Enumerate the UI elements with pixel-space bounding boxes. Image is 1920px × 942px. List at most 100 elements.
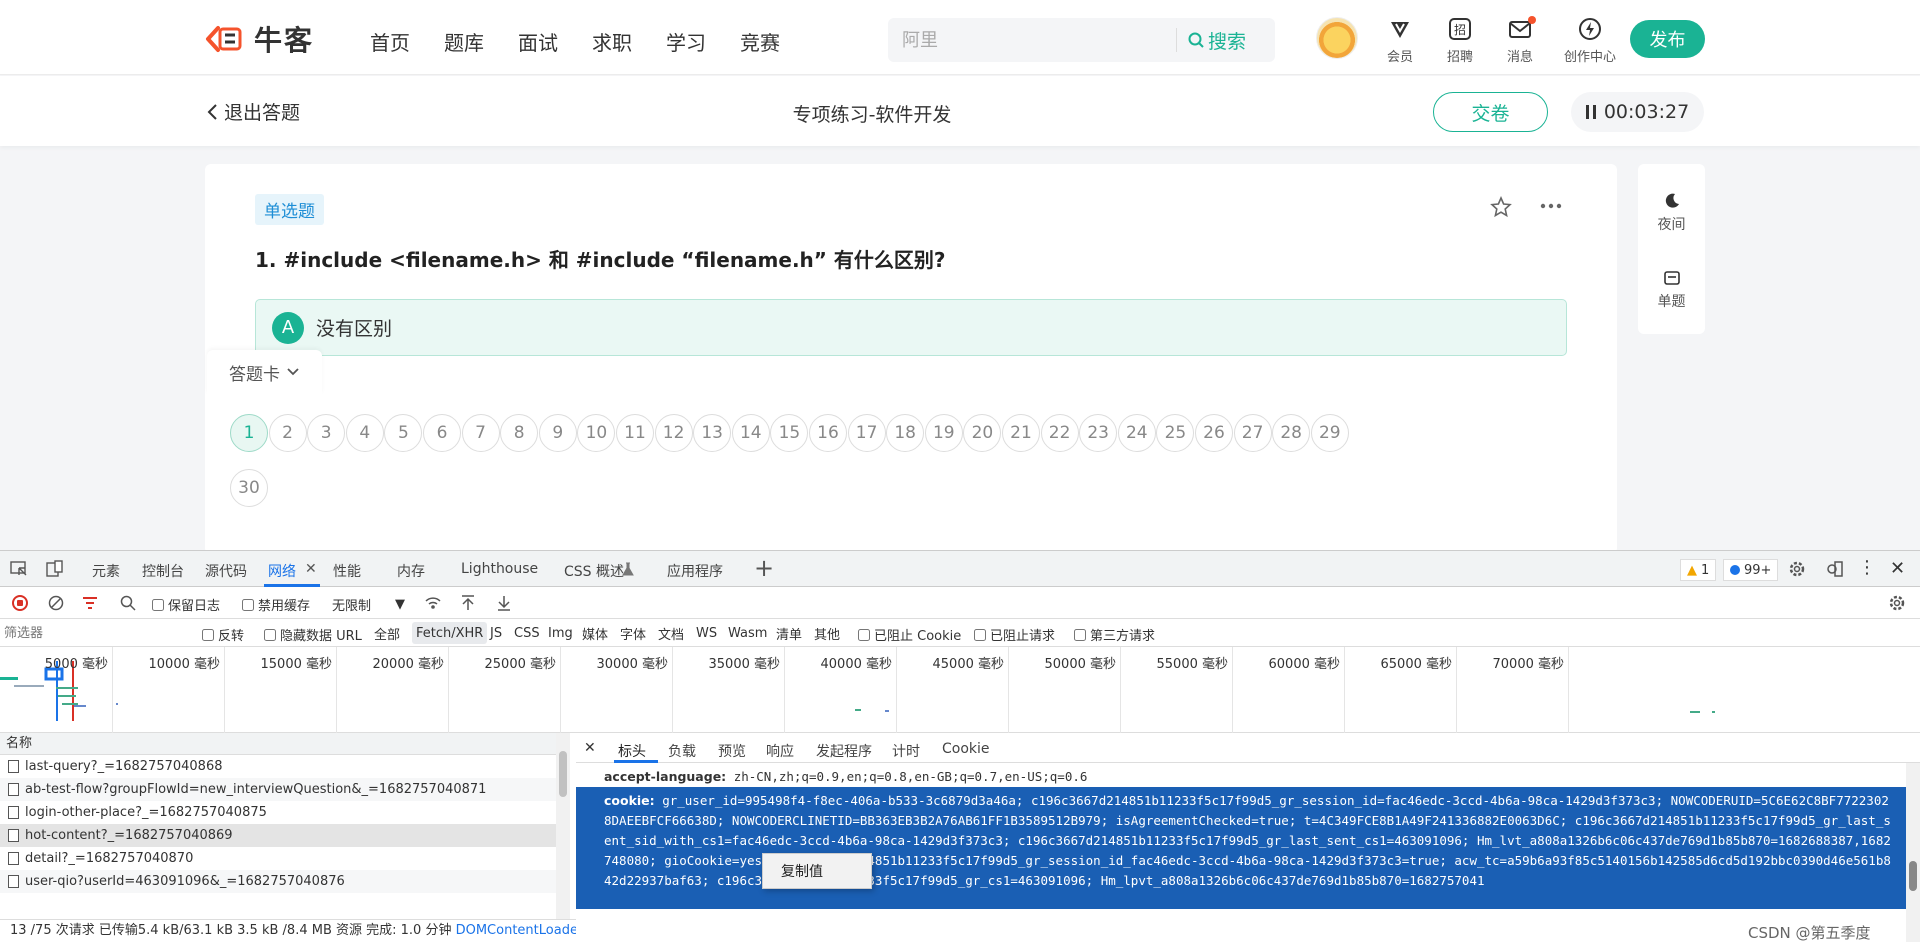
tab-css-overview[interactable]: CSS 概述 <box>564 561 624 581</box>
throttle-select[interactable]: 无限制 ▼ <box>332 595 405 614</box>
detail-tab-payload[interactable]: 负载 <box>668 741 696 761</box>
timer[interactable]: 00:03:27 <box>1571 92 1704 132</box>
filter-icon[interactable] <box>82 596 98 610</box>
network-conditions-icon[interactable] <box>424 595 442 611</box>
nav-contest[interactable]: 竞赛 <box>740 27 780 56</box>
close-detail-icon[interactable]: ✕ <box>584 740 596 756</box>
more-icon[interactable] <box>1540 202 1562 210</box>
question-number-26[interactable]: 26 <box>1195 414 1233 452</box>
nav-question-bank[interactable]: 题库 <box>444 27 484 56</box>
filter-type-wasm[interactable]: Wasm <box>724 622 771 644</box>
request-row[interactable]: login-other-place?_=1682757040875 <box>0 801 556 824</box>
record-icon[interactable] <box>12 595 28 611</box>
filter-type-manifest[interactable]: 清单 <box>772 622 806 644</box>
filter-type-other[interactable]: 其他 <box>810 622 844 644</box>
question-number-24[interactable]: 24 <box>1117 414 1156 452</box>
header-cookie-selected[interactable]: cookie: gr_user_id=995498f4-f8ec-406a-b5… <box>576 787 1906 909</box>
tab-memory[interactable]: 内存 <box>397 561 425 581</box>
filter-type-ws[interactable]: WS <box>692 622 721 644</box>
question-number-25[interactable]: 25 <box>1156 414 1195 452</box>
question-number-28[interactable]: 28 <box>1272 414 1311 452</box>
publish-button[interactable]: 发布 <box>1630 20 1705 58</box>
blocked-requests-checkbox[interactable]: 已阻止请求 <box>974 625 1055 644</box>
tab-network[interactable]: 网络 <box>268 561 296 581</box>
request-row-selected[interactable]: hot-content?_=1682757040869 <box>0 824 556 847</box>
search-input[interactable] <box>902 28 1202 52</box>
question-number-27[interactable]: 27 <box>1233 414 1272 452</box>
nav-jobs[interactable]: 求职 <box>592 27 632 56</box>
header-recruit[interactable]: 招 招聘 <box>1430 16 1490 65</box>
disable-cache-checkbox[interactable]: 禁用缓存 <box>242 595 310 614</box>
question-number-30[interactable]: 30 <box>230 469 268 507</box>
tab-console[interactable]: 控制台 <box>142 561 184 581</box>
filter-type-all[interactable]: 全部 <box>370 622 404 644</box>
filter-type-js[interactable]: JS <box>486 622 506 644</box>
header-creator-center[interactable]: 创作中心 <box>1556 16 1624 65</box>
nav-home[interactable]: 首页 <box>370 27 410 56</box>
message-count[interactable]: 99+ <box>1723 559 1779 581</box>
add-tab-icon[interactable]: + <box>754 554 774 582</box>
detail-tab-response[interactable]: 响应 <box>766 741 794 761</box>
question-number-3[interactable]: 3 <box>307 414 346 452</box>
filter-type-media[interactable]: 媒体 <box>578 622 612 644</box>
hide-data-url-checkbox[interactable]: 隐藏数据 URL <box>264 625 362 644</box>
header-vip[interactable]: 会员 <box>1370 16 1430 65</box>
detail-scrollbar-thumb[interactable] <box>1909 861 1917 891</box>
name-column-header[interactable]: 名称 <box>0 733 556 755</box>
scrollbar-thumb[interactable] <box>559 751 567 797</box>
header-accept-language[interactable]: accept-language: zh-CN,zh;q=0.9,en;q=0.8… <box>604 769 1087 784</box>
avatar[interactable] <box>1316 17 1358 59</box>
third-party-checkbox[interactable]: 第三方请求 <box>1074 625 1155 644</box>
invert-checkbox[interactable]: 反转 <box>202 625 244 644</box>
search-button[interactable]: 搜索 <box>1188 28 1246 53</box>
detail-tab-cookies[interactable]: Cookie <box>942 741 990 757</box>
nowcoder-logo[interactable]: 牛客 <box>204 22 314 57</box>
header-messages[interactable]: 消息 <box>1490 16 1550 65</box>
request-row[interactable]: ab-test-flow?groupFlowId=new_interviewQu… <box>0 778 556 801</box>
question-number-13[interactable]: 13 <box>693 414 732 452</box>
question-number-29[interactable]: 29 <box>1310 414 1349 452</box>
clear-icon[interactable] <box>48 595 64 611</box>
question-number-14[interactable]: 14 <box>731 414 770 452</box>
settings-gear-icon[interactable] <box>1788 560 1806 578</box>
network-overview-timeline[interactable]: 5000 毫秒 10000 毫秒 15000 毫秒 20000 毫秒 25000 毫秒 3… <box>0 647 1920 733</box>
question-number-1[interactable]: 1 <box>230 414 268 452</box>
detail-tab-initiator[interactable]: 发起程序 <box>816 741 872 761</box>
option-a[interactable]: A 没有区别 <box>255 299 1567 356</box>
question-number-7[interactable]: 7 <box>461 414 500 452</box>
star-icon[interactable] <box>1490 196 1512 218</box>
detail-tab-headers[interactable]: 标头 <box>618 741 646 761</box>
preserve-log-checkbox[interactable]: 保留日志 <box>152 595 220 614</box>
detail-scrollbar[interactable] <box>1906 763 1920 942</box>
question-number-18[interactable]: 18 <box>886 414 925 452</box>
inspect-element-icon[interactable] <box>10 561 28 577</box>
question-number-8[interactable]: 8 <box>500 414 539 452</box>
detail-tab-preview[interactable]: 预览 <box>718 741 746 761</box>
question-number-22[interactable]: 22 <box>1040 414 1079 452</box>
device-toolbar-icon[interactable] <box>46 560 64 578</box>
tab-application[interactable]: 应用程序 <box>667 561 723 581</box>
nav-interview[interactable]: 面试 <box>518 27 558 56</box>
nav-learning[interactable]: 学习 <box>666 27 706 56</box>
tab-elements[interactable]: 元素 <box>92 561 120 581</box>
context-menu-copy-value[interactable]: 复制值 <box>762 853 872 889</box>
submit-paper-button[interactable]: 交卷 <box>1433 92 1548 132</box>
filter-type-fetch-xhr[interactable]: Fetch/XHR <box>412 622 488 644</box>
filter-type-css[interactable]: CSS <box>510 622 544 644</box>
question-number-21[interactable]: 21 <box>1002 414 1040 452</box>
network-settings-gear-icon[interactable] <box>1888 594 1906 612</box>
close-tab-icon[interactable]: ✕ <box>305 561 317 577</box>
detail-tab-timing[interactable]: 计时 <box>892 741 920 761</box>
import-har-icon[interactable] <box>460 594 476 612</box>
question-number-19[interactable]: 19 <box>924 414 963 452</box>
request-row[interactable]: last-query?_=1682757040868 <box>0 755 556 778</box>
search-icon[interactable] <box>120 595 136 611</box>
question-number-23[interactable]: 23 <box>1079 414 1118 452</box>
question-number-2[interactable]: 2 <box>268 414 307 452</box>
filter-type-doc[interactable]: 文档 <box>654 622 688 644</box>
filter-type-font[interactable]: 字体 <box>616 622 650 644</box>
close-devtools-icon[interactable]: ✕ <box>1890 558 1905 579</box>
night-mode-button[interactable]: 夜间 <box>1638 192 1705 234</box>
filter-input[interactable] <box>4 623 184 643</box>
question-number-20[interactable]: 20 <box>963 414 1002 452</box>
